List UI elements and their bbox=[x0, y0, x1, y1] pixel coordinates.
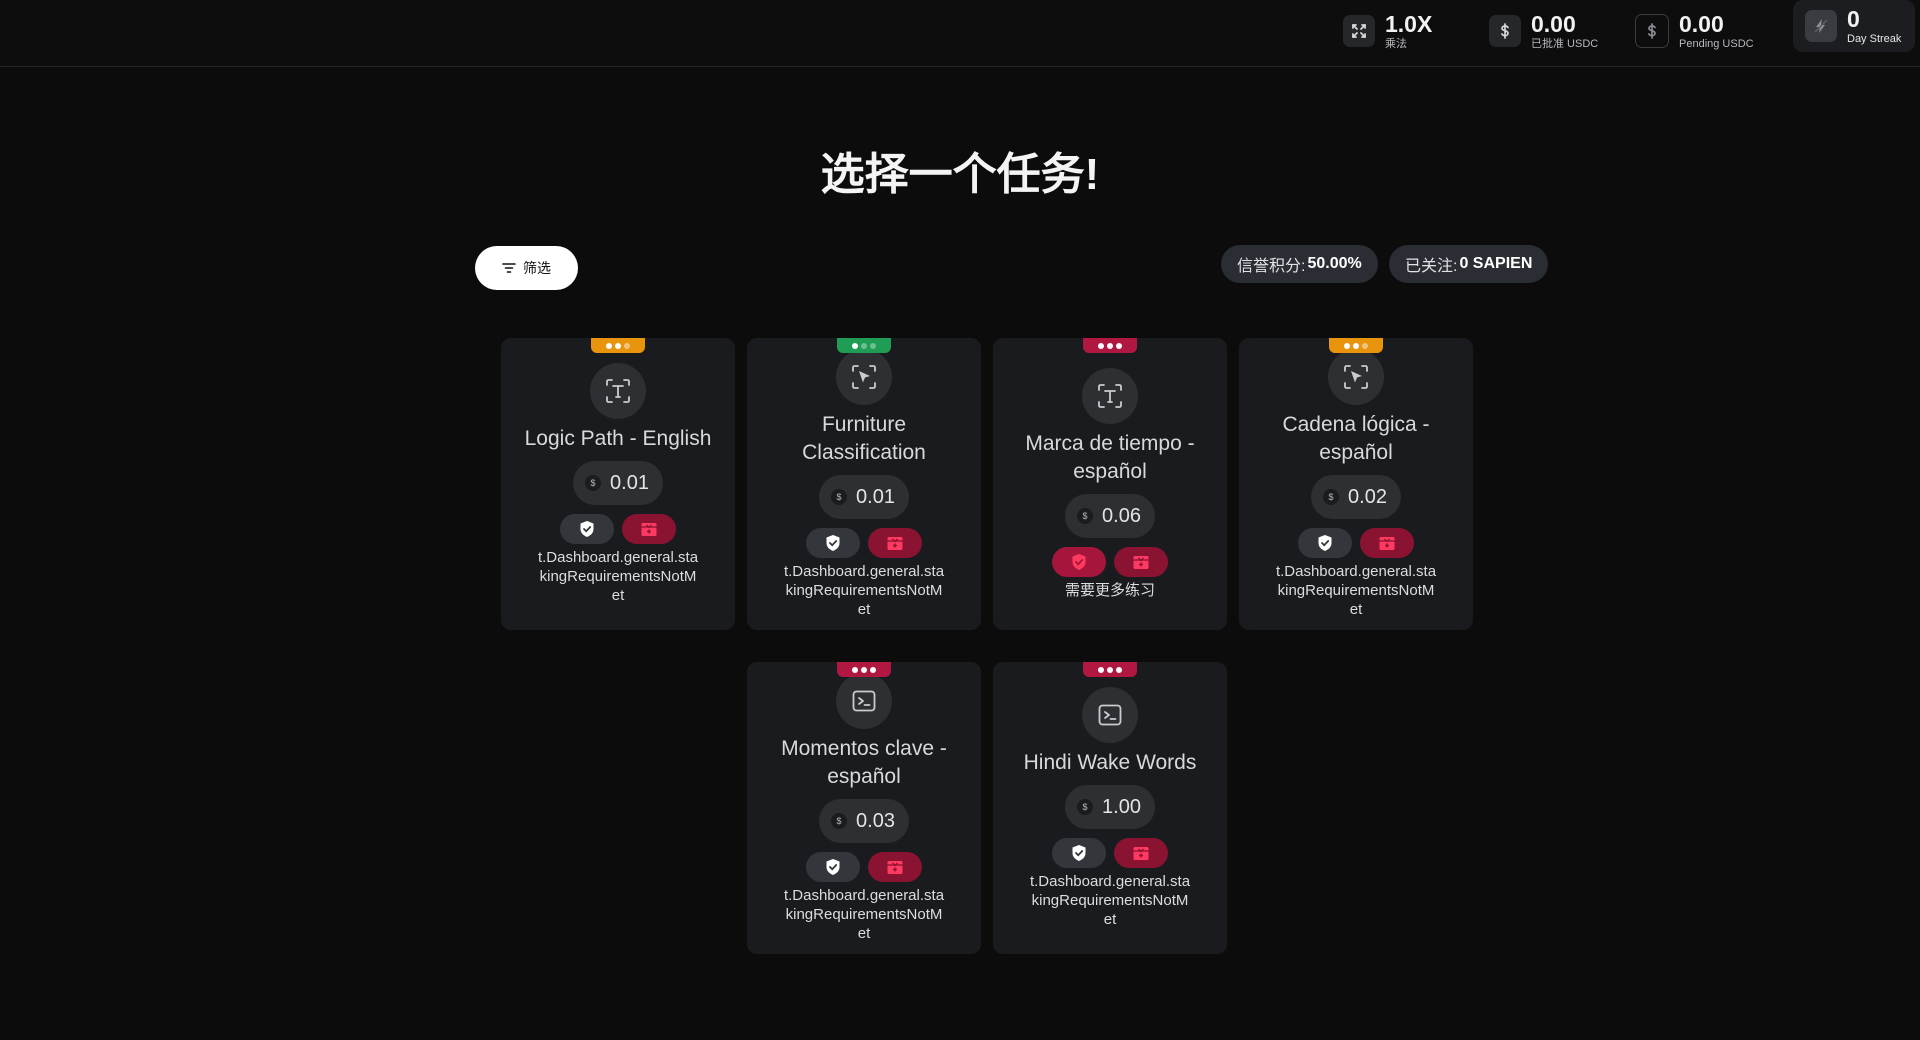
task-reward-value: 0.03 bbox=[856, 809, 895, 832]
text-icon bbox=[1082, 368, 1138, 424]
pending-usdc-stat: 0.00 Pending USDC bbox=[1635, 8, 1754, 54]
task-reward-value: 0.01 bbox=[856, 485, 895, 508]
filter-icon bbox=[502, 262, 516, 274]
task-actions bbox=[806, 852, 922, 882]
terminal-icon bbox=[1082, 687, 1138, 743]
cursor-select-icon bbox=[1328, 349, 1384, 405]
terminal-icon bbox=[836, 673, 892, 729]
task-status: t.Dashboard.general.stakingRequirementsN… bbox=[783, 563, 945, 618]
shield-check-icon[interactable] bbox=[806, 852, 860, 882]
reputation-score-pill: 信誉积分: 50.00% bbox=[1221, 245, 1378, 283]
task-title: Marca de tiempo - español bbox=[1025, 432, 1195, 483]
pending-usdc-label: Pending USDC bbox=[1679, 37, 1754, 50]
task-card[interactable]: Furniture Classification $ 0.01 t.Dashbo… bbox=[747, 338, 981, 630]
dollar-icon bbox=[1489, 15, 1521, 47]
multiplier-value: 1.0X bbox=[1385, 10, 1433, 37]
gift-box-icon[interactable] bbox=[868, 528, 922, 558]
task-reward: $ 0.01 bbox=[819, 475, 909, 519]
coin-icon: $ bbox=[1323, 489, 1340, 505]
task-title: Hindi Wake Words bbox=[1023, 751, 1197, 774]
followed-label: 已关注: bbox=[1405, 258, 1458, 275]
difficulty-badge bbox=[1083, 662, 1137, 677]
gift-box-icon[interactable] bbox=[868, 852, 922, 882]
approved-usdc-label: 已批准 USDC bbox=[1531, 37, 1599, 50]
coin-icon: $ bbox=[585, 475, 602, 491]
reputation-label: 信誉积分: bbox=[1237, 258, 1306, 275]
shield-check-icon[interactable] bbox=[1052, 547, 1106, 577]
reputation-value: 50.00% bbox=[1307, 255, 1362, 272]
task-status: t.Dashboard.general.stakingRequirementsN… bbox=[1029, 873, 1191, 928]
gift-box-icon[interactable] bbox=[1114, 547, 1168, 577]
task-title: Cadena lógica - español bbox=[1282, 413, 1430, 464]
gift-box-icon[interactable] bbox=[1360, 528, 1414, 558]
day-streak-stat[interactable]: 0 Day Streak bbox=[1793, 0, 1916, 52]
task-actions bbox=[806, 528, 922, 558]
task-reward-value: 1.00 bbox=[1102, 795, 1141, 818]
text-icon bbox=[590, 363, 646, 419]
task-card[interactable]: Marca de tiempo - español $ 0.06 需要更多练习 bbox=[993, 338, 1227, 630]
task-reward: $ 1.00 bbox=[1065, 785, 1155, 829]
difficulty-badge bbox=[837, 338, 891, 353]
day-streak-value: 0 bbox=[1847, 5, 1860, 32]
filter-button[interactable]: 筛选 bbox=[475, 246, 578, 290]
task-card[interactable]: Logic Path - English $ 0.01 t.Dashboard.… bbox=[501, 338, 735, 630]
task-actions bbox=[1298, 528, 1414, 558]
difficulty-badge bbox=[837, 662, 891, 677]
cursor-select-icon bbox=[836, 349, 892, 405]
pending-dollar-icon bbox=[1635, 14, 1669, 48]
followed-value: 0 SAPIEN bbox=[1459, 255, 1533, 272]
task-actions bbox=[1052, 547, 1168, 577]
task-reward: $ 0.03 bbox=[819, 799, 909, 843]
task-reward: $ 0.06 bbox=[1065, 494, 1155, 538]
task-actions bbox=[1052, 838, 1168, 868]
day-streak-label: Day Streak bbox=[1847, 32, 1902, 45]
task-card[interactable]: Hindi Wake Words $ 1.00 t.Dashboard.gene… bbox=[993, 662, 1227, 954]
approved-usdc-stat: 0.00 已批准 USDC bbox=[1489, 8, 1598, 54]
task-reward-value: 0.02 bbox=[1348, 485, 1387, 508]
page-title: 选择一个任务! bbox=[820, 150, 1100, 199]
difficulty-badge bbox=[1083, 338, 1137, 353]
task-title: Furniture Classification bbox=[802, 413, 926, 464]
shield-check-icon[interactable] bbox=[806, 528, 860, 558]
task-status: t.Dashboard.general.stakingRequirementsN… bbox=[1275, 563, 1437, 618]
task-status: t.Dashboard.general.stakingRequirementsN… bbox=[537, 549, 699, 604]
multiplier-stat: 1.0X 乘法 bbox=[1343, 8, 1432, 54]
task-actions bbox=[560, 514, 676, 544]
shield-check-icon[interactable] bbox=[560, 514, 614, 544]
task-title: Momentos clave - español bbox=[781, 737, 947, 788]
followed-pill: 已关注: 0 SAPIEN bbox=[1389, 245, 1549, 283]
gift-box-icon[interactable] bbox=[622, 514, 676, 544]
coin-icon: $ bbox=[831, 813, 848, 829]
task-status: t.Dashboard.general.stakingRequirementsN… bbox=[783, 887, 945, 942]
pending-usdc-value: 0.00 bbox=[1679, 10, 1724, 37]
difficulty-badge bbox=[1329, 338, 1383, 353]
approved-usdc-value: 0.00 bbox=[1531, 10, 1576, 37]
task-reward: $ 0.01 bbox=[573, 461, 663, 505]
task-card[interactable]: Momentos clave - español $ 0.03 t.Dashbo… bbox=[747, 662, 981, 954]
coin-icon: $ bbox=[1077, 799, 1094, 815]
difficulty-badge bbox=[591, 338, 645, 353]
top-bar: 1.0X 乘法 0.00 已批准 USDC 0.00 Pending USDC … bbox=[0, 0, 1920, 67]
task-title: Logic Path - English bbox=[524, 427, 712, 450]
lightning-icon bbox=[1805, 10, 1837, 42]
multiplier-icon bbox=[1343, 15, 1375, 47]
coin-icon: $ bbox=[1077, 508, 1094, 524]
task-card[interactable]: Cadena lógica - español $ 0.02 t.Dashboa… bbox=[1239, 338, 1473, 630]
task-reward-value: 0.01 bbox=[610, 471, 649, 494]
coin-icon: $ bbox=[831, 489, 848, 505]
filter-label: 筛选 bbox=[523, 260, 551, 276]
shield-check-icon[interactable] bbox=[1298, 528, 1352, 558]
task-status: 需要更多练习 bbox=[1064, 582, 1155, 599]
multiplier-label: 乘法 bbox=[1385, 37, 1407, 50]
gift-box-icon[interactable] bbox=[1114, 838, 1168, 868]
task-reward: $ 0.02 bbox=[1311, 475, 1401, 519]
task-reward-value: 0.06 bbox=[1102, 504, 1141, 527]
shield-check-icon[interactable] bbox=[1052, 838, 1106, 868]
